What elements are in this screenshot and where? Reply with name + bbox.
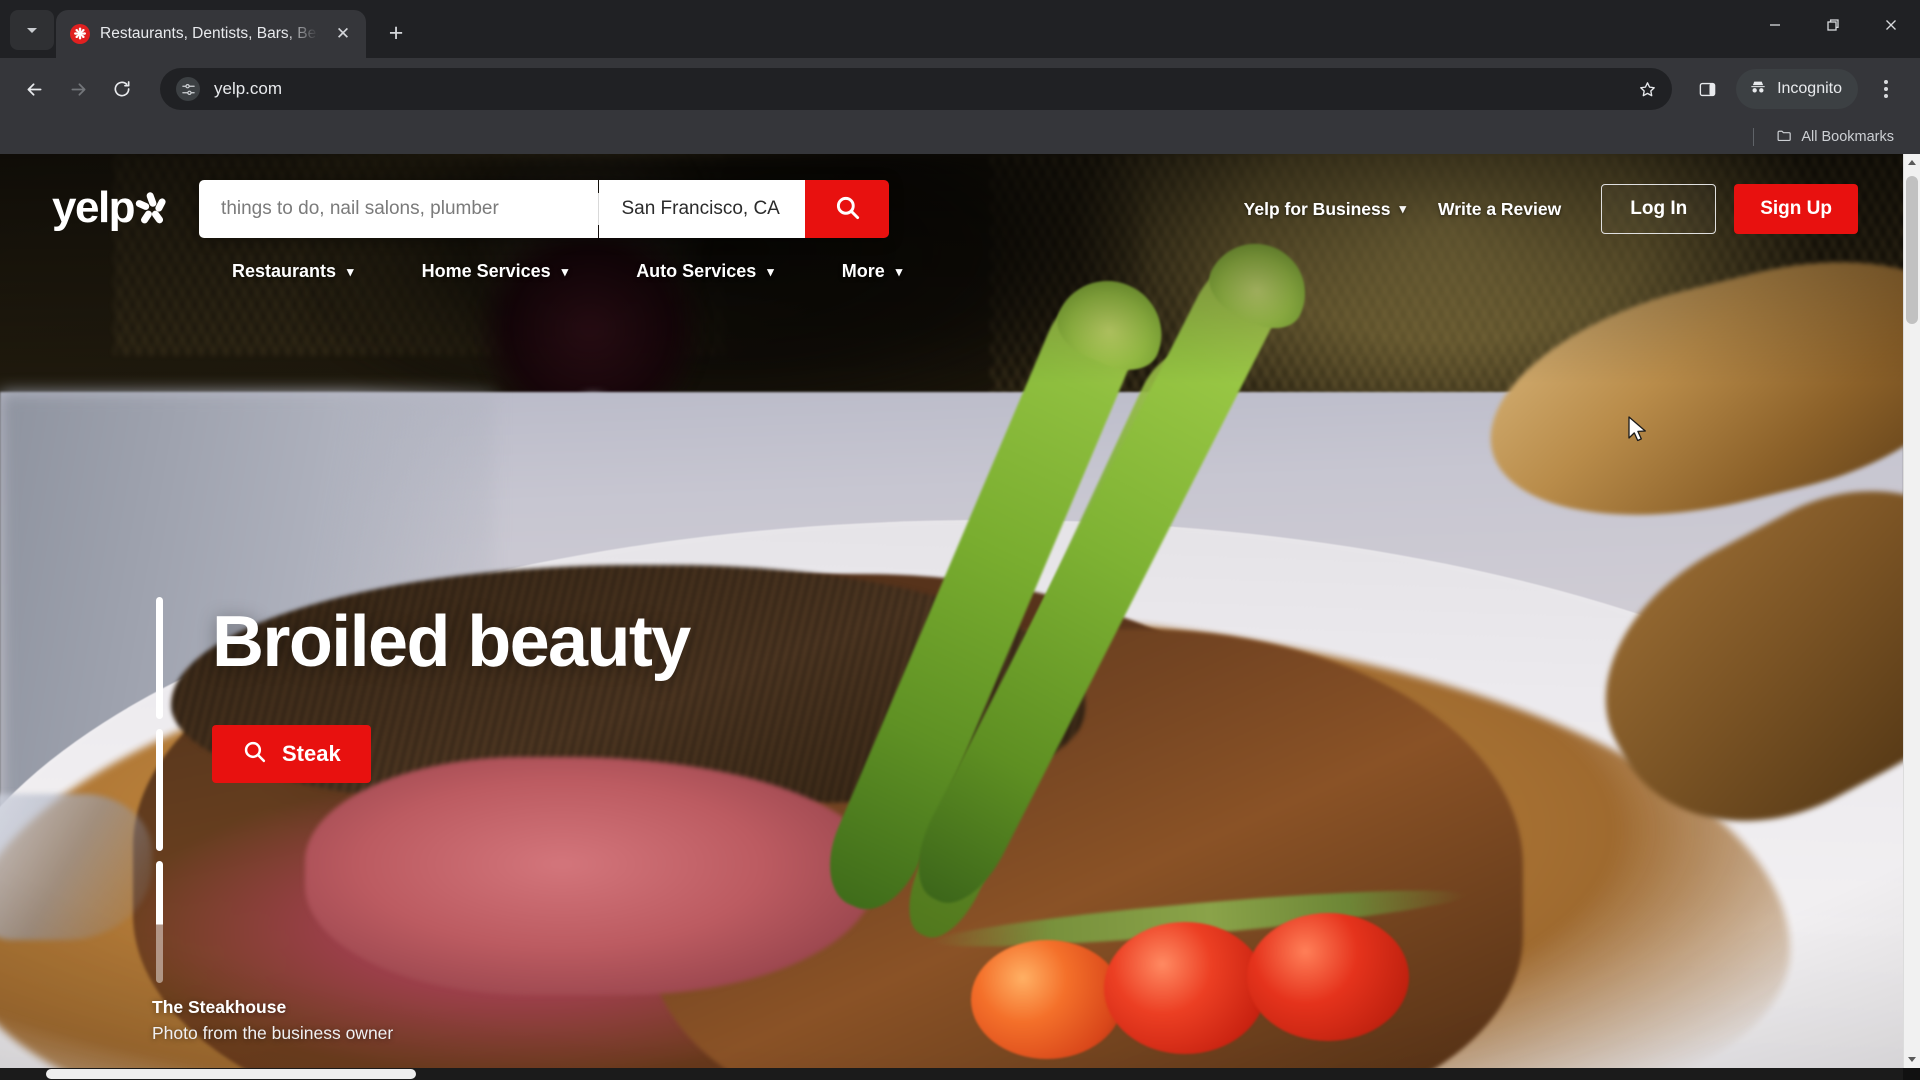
tab-title: Restaurants, Dentists, Bars, Bea [100, 25, 320, 42]
hero-title: Broiled beauty [212, 602, 691, 682]
back-button[interactable] [14, 69, 54, 109]
hero-business-name[interactable]: The Steakhouse [152, 997, 393, 1018]
horizontal-scrollbar[interactable] [0, 1068, 1903, 1080]
all-bookmarks-label: All Bookmarks [1801, 129, 1894, 145]
search-icon [242, 739, 267, 770]
vertical-scrollbar-thumb[interactable] [1906, 176, 1918, 324]
window-controls [1746, 0, 1920, 50]
hero-photo-credit: The Steakhouse Photo from the business o… [152, 997, 393, 1044]
side-panel-icon[interactable] [1686, 69, 1728, 109]
vertical-scrollbar[interactable] [1903, 154, 1920, 1068]
address-bar[interactable]: yelp.com [160, 68, 1673, 110]
browser-window: ❋ Restaurants, Dentists, Bars, Bea ✕ + y… [0, 0, 1920, 1080]
browser-tab[interactable]: ❋ Restaurants, Dentists, Bars, Bea ✕ [56, 10, 366, 58]
hero-search-steak-button[interactable]: Steak [212, 725, 371, 783]
browser-toolbar: yelp.com Incognito [0, 58, 1920, 120]
scroll-down-arrow-icon[interactable] [1904, 1051, 1920, 1068]
tab-search-icon[interactable] [10, 10, 54, 50]
hero-slide-indicator-2[interactable] [156, 729, 163, 851]
forward-button[interactable] [58, 69, 98, 109]
hero-slide-indicator-3[interactable] [156, 861, 163, 983]
scroll-up-arrow-icon[interactable] [1904, 154, 1920, 171]
reload-button[interactable] [102, 69, 142, 109]
window-close-button[interactable] [1862, 0, 1920, 50]
page-viewport: yelp things to do, nail salons, plumber … [0, 154, 1920, 1080]
window-minimize-button[interactable] [1746, 0, 1804, 50]
hero-content: Broiled beauty Steak The Steakhouse Phot… [0, 154, 1904, 1080]
all-bookmarks-button[interactable]: All Bookmarks [1768, 123, 1902, 152]
incognito-icon [1748, 77, 1768, 102]
horizontal-scrollbar-thumb[interactable] [46, 1069, 416, 1079]
hero-slide-indicator-1[interactable] [156, 597, 163, 719]
url-text: yelp.com [214, 79, 283, 98]
tab-strip: ❋ Restaurants, Dentists, Bars, Bea ✕ + [0, 0, 1920, 58]
hero-cta-label: Steak [282, 741, 341, 766]
window-maximize-button[interactable] [1804, 0, 1862, 50]
chrome-menu-icon[interactable] [1866, 69, 1906, 109]
folder-icon [1776, 127, 1793, 148]
site-settings-icon[interactable] [176, 77, 200, 101]
bookmarks-bar: All Bookmarks [0, 120, 1920, 154]
yelp-favicon: ❋ [70, 24, 90, 44]
new-tab-button[interactable]: + [376, 13, 416, 53]
hero-slide-indicators [156, 597, 163, 983]
hero-photo-source: Photo from the business owner [152, 1023, 394, 1043]
incognito-label: Incognito [1777, 80, 1842, 97]
tab-close-icon[interactable]: ✕ [330, 21, 356, 47]
bookmarks-divider [1753, 128, 1755, 146]
incognito-indicator[interactable]: Incognito [1736, 69, 1858, 109]
bookmark-star-icon[interactable] [1630, 72, 1664, 106]
